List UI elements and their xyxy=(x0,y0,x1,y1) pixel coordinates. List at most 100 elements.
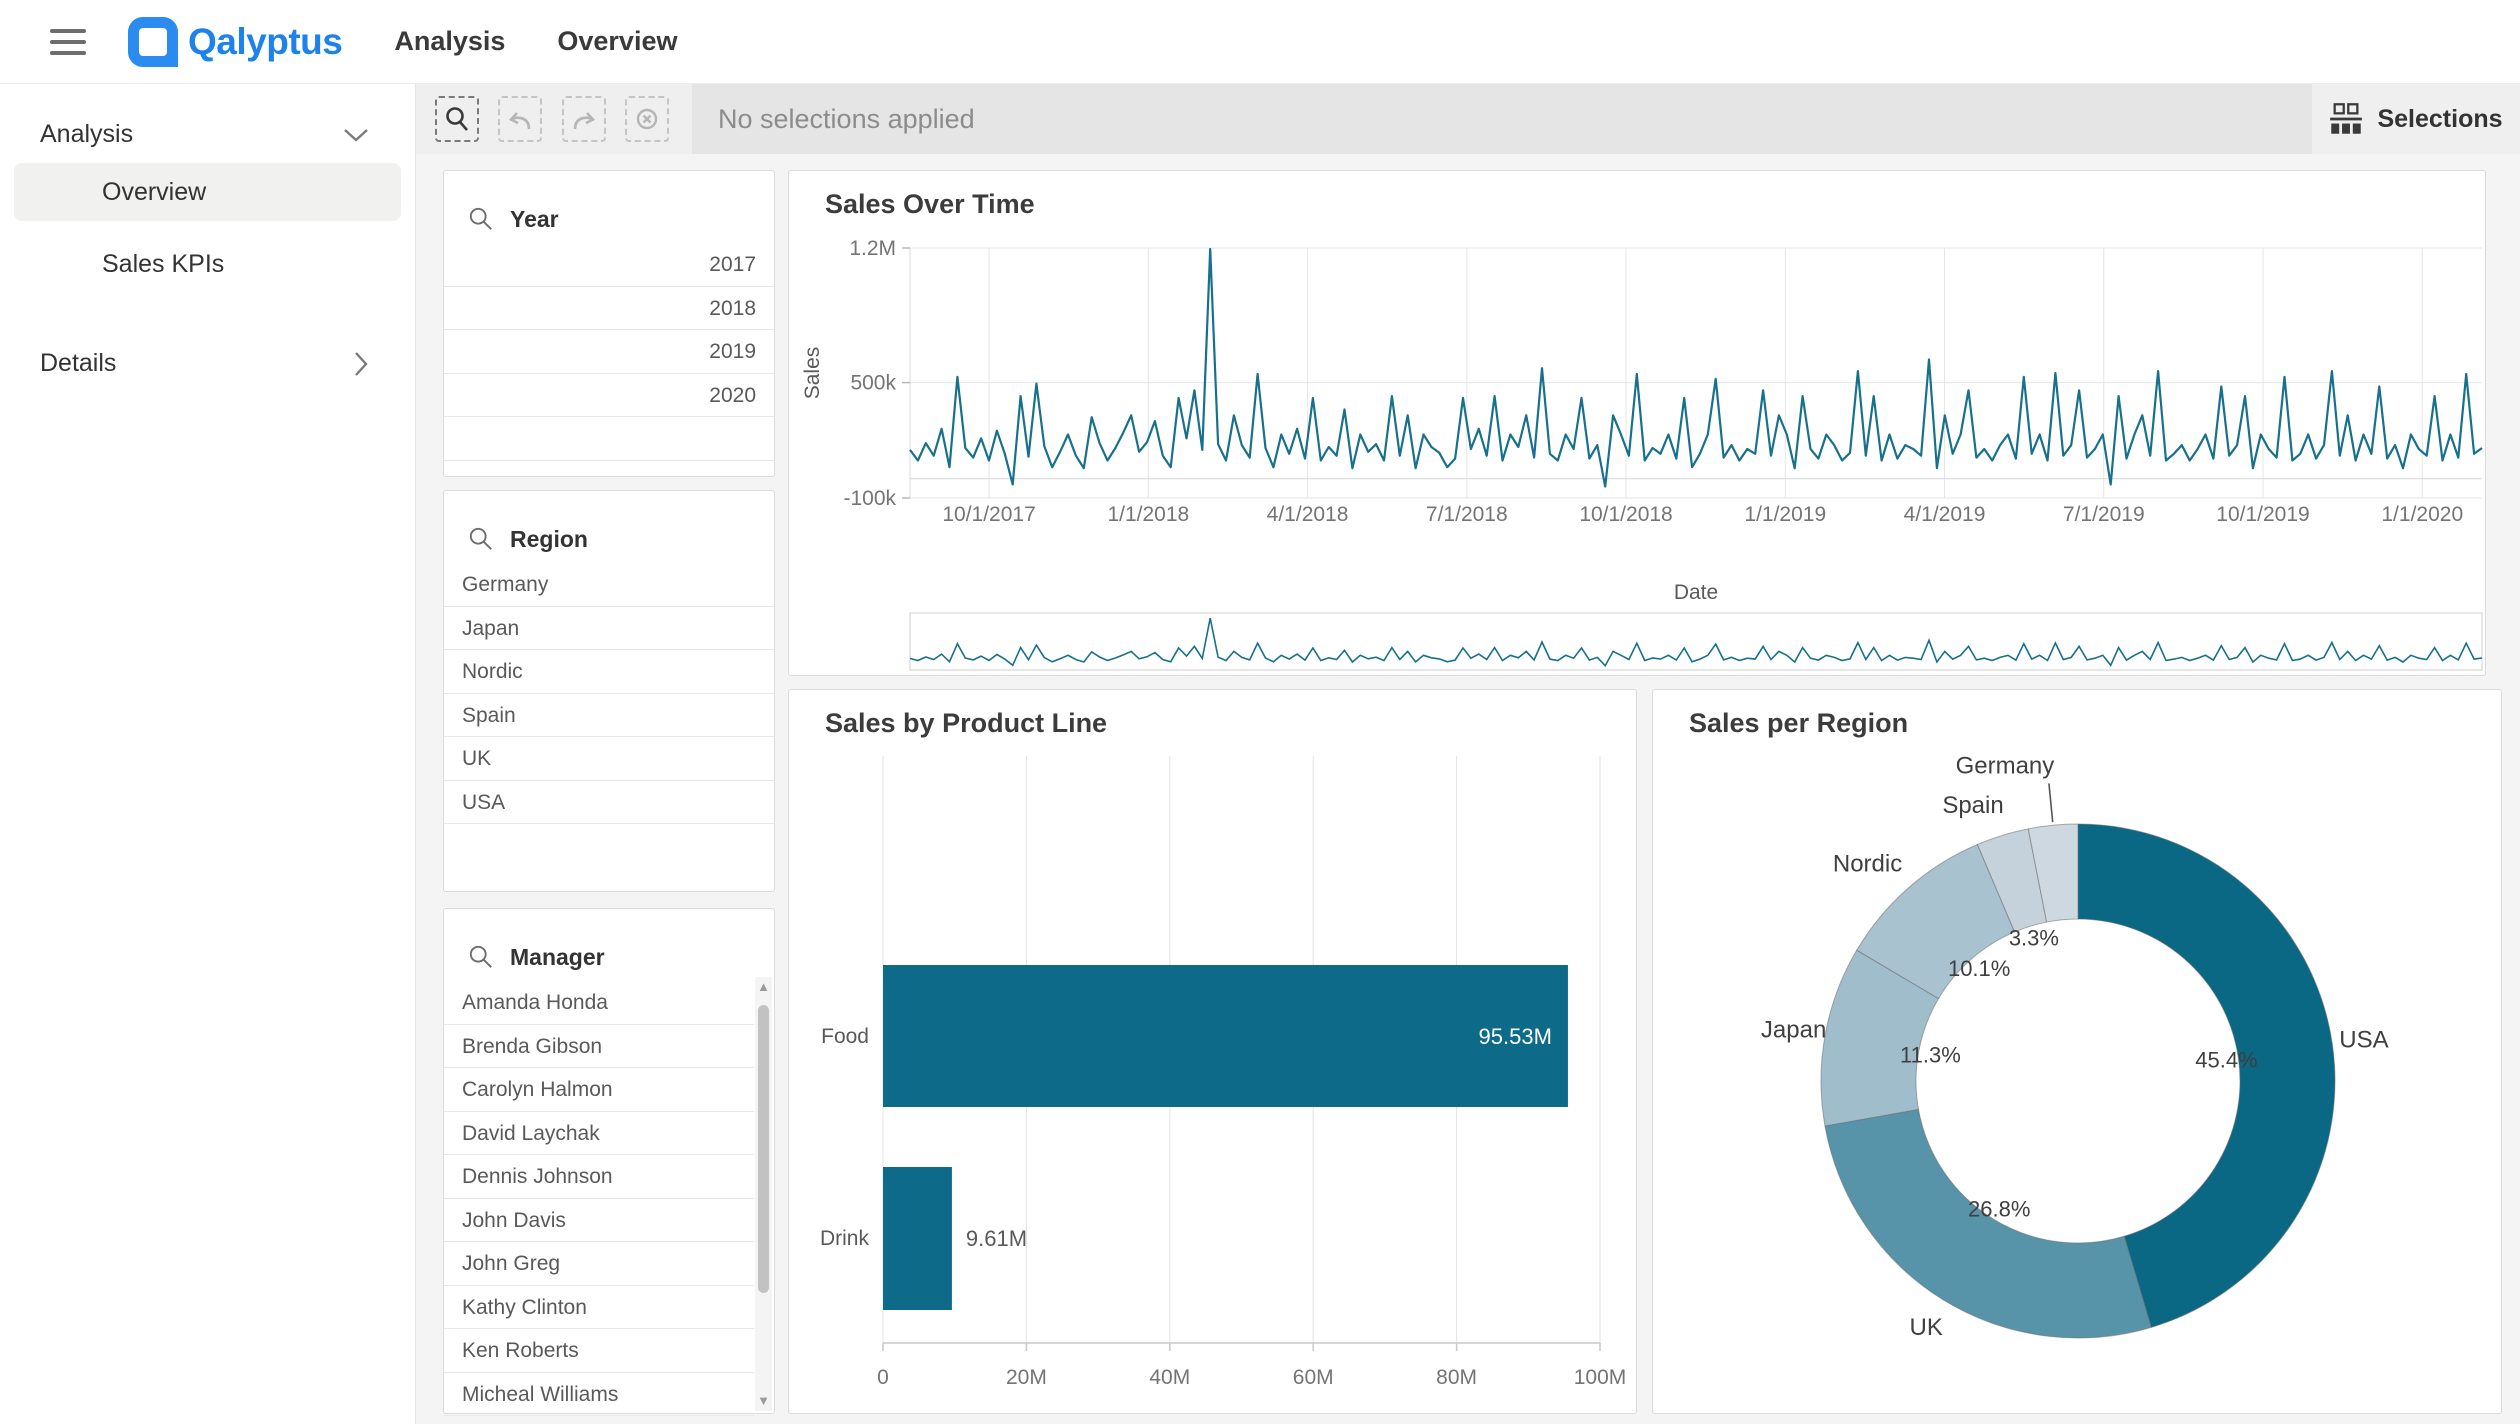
x-tick-label: 60M xyxy=(1293,1366,1334,1389)
x-tick-label: 4/1/2018 xyxy=(1267,503,1349,526)
line-chart-canvas[interactable]: 10/1/20171/1/20184/1/20187/1/201810/1/20… xyxy=(789,171,2487,677)
donut-pct-japan: 11.3% xyxy=(1900,1042,1961,1067)
step-back-button[interactable] xyxy=(498,96,542,142)
bar-category-label: Drink xyxy=(820,1227,870,1250)
scrollbar[interactable]: ▲▼ xyxy=(755,977,772,1411)
x-tick-label: 1/1/2020 xyxy=(2381,503,2463,526)
list-item[interactable]: Spain xyxy=(444,694,774,738)
sidebar-section-analysis[interactable]: Analysis xyxy=(40,120,369,149)
selections-status-bar: No selections applied xyxy=(692,84,2520,154)
x-tick-label: 10/1/2018 xyxy=(1579,503,1672,526)
donut-slice-uk[interactable] xyxy=(1825,1109,2151,1338)
empty-row xyxy=(444,417,774,461)
filter-list: GermanyJapanNordicSpainUKUSA xyxy=(444,563,774,824)
x-tick-label: 10/1/2019 xyxy=(2216,503,2309,526)
top-navbar: Qalyptus Analysis Overview xyxy=(0,0,2520,84)
scroll-up-arrow[interactable]: ▲ xyxy=(755,977,772,997)
filter-title: Manager xyxy=(510,944,605,971)
donut-label-germany: Germany xyxy=(1956,752,2055,779)
list-item[interactable]: Nordic xyxy=(444,650,774,694)
chart-sales-per-region[interactable]: Sales per Region USA45.4%UK26.8%Japan11.… xyxy=(1652,689,2502,1414)
nav-item-analysis[interactable]: Analysis xyxy=(394,26,505,57)
list-item[interactable]: Dennis Johnson xyxy=(444,1155,754,1199)
step-forward-button[interactable] xyxy=(562,96,606,142)
nav-item-overview[interactable]: Overview xyxy=(557,26,677,57)
sidebar-section-details[interactable]: Details xyxy=(40,349,369,378)
list-item[interactable]: David Laychak xyxy=(444,1112,754,1156)
chevron-right-icon xyxy=(353,351,369,377)
smart-search-button[interactable] xyxy=(435,96,479,142)
clear-circle-x-icon xyxy=(633,105,661,133)
x-tick-label: 1/1/2018 xyxy=(1107,503,1189,526)
navigator-box[interactable] xyxy=(910,613,2482,670)
selections-grid-icon xyxy=(2329,103,2363,135)
filter-title: Region xyxy=(510,526,588,553)
scrollbar-thumb[interactable] xyxy=(758,1005,769,1293)
sidebar: Analysis Overview Sales KPIs Details xyxy=(0,84,416,1424)
bar-food[interactable] xyxy=(883,965,1568,1107)
list-item[interactable]: Germany xyxy=(444,563,774,607)
selections-status-text: No selections applied xyxy=(718,104,975,135)
list-item[interactable]: UK xyxy=(444,737,774,781)
search-icon[interactable] xyxy=(468,526,494,552)
list-item[interactable]: 2018 xyxy=(444,287,774,331)
y-tick-label: -100k xyxy=(843,487,896,510)
x-tick-label: 80M xyxy=(1436,1366,1477,1389)
list-item[interactable]: Micheal Williams xyxy=(444,1373,754,1417)
selections-button-label: Selections xyxy=(2377,105,2502,134)
donut-label-nordic: Nordic xyxy=(1833,851,1902,878)
search-icon[interactable] xyxy=(468,944,494,970)
search-icon[interactable] xyxy=(468,206,494,232)
selections-toolbar: No selections applied Selections xyxy=(416,84,2520,154)
list-item[interactable]: 2020 xyxy=(444,374,774,418)
qalyptus-logo-icon xyxy=(128,17,178,67)
list-item[interactable]: Japan xyxy=(444,607,774,651)
bar-value-label: 95.53M xyxy=(1479,1024,1552,1049)
donut-chart-canvas[interactable]: USA 45.4% UK 26.8% Japan 11.3% Nordic 10.1% Spai… xyxy=(1653,690,2503,1415)
list-item[interactable]: John Greg xyxy=(444,1242,754,1286)
scroll-down-arrow[interactable]: ▼ xyxy=(755,1391,772,1411)
list-item[interactable]: USA xyxy=(444,781,774,825)
filter-list: 2017201820192020 xyxy=(444,243,774,461)
sidebar-item-overview[interactable]: Overview xyxy=(14,163,401,221)
y-tick-label: 1.2M xyxy=(849,237,896,260)
list-item[interactable]: 2017 xyxy=(444,243,774,287)
donut-pct-nordic: 10.1% xyxy=(1948,956,2010,981)
list-item[interactable]: John Davis xyxy=(444,1199,754,1243)
list-item[interactable]: Ken Roberts xyxy=(444,1329,754,1373)
list-item[interactable]: Amanda Honda xyxy=(444,981,754,1025)
list-item[interactable]: Brenda Gibson xyxy=(444,1025,754,1069)
donut-pct-spain: 3.3% xyxy=(2009,926,2059,951)
sidebar-section-label: Details xyxy=(40,349,116,378)
bar-chart-canvas[interactable]: 020M40M60M80M100MFood95.53MDrink9.61M xyxy=(789,690,1638,1415)
sales-line-series[interactable] xyxy=(910,249,2482,487)
list-item[interactable]: Kathy Clinton xyxy=(444,1286,754,1330)
donut-label-usa: USA xyxy=(2339,1026,2388,1053)
brand-logo[interactable]: Qalyptus xyxy=(128,17,342,67)
bar-drink[interactable] xyxy=(883,1167,952,1310)
filter-header: Region xyxy=(444,491,774,563)
gridline xyxy=(2049,783,2053,822)
donut-pct-usa: 45.4% xyxy=(2195,1047,2257,1072)
selections-button[interactable]: Selections xyxy=(2312,84,2520,154)
filter-header: Manager xyxy=(444,909,774,981)
filter-panel-region: Region GermanyJapanNordicSpainUKUSA xyxy=(443,490,775,892)
x-tick-label: 40M xyxy=(1149,1366,1190,1389)
donut-pct-uk: 26.8% xyxy=(1968,1197,2030,1222)
donut-label-uk: UK xyxy=(1910,1314,1943,1341)
x-tick-label: 7/1/2019 xyxy=(2063,503,2145,526)
x-tick-label: 0 xyxy=(877,1366,889,1389)
donut-label-spain: Spain xyxy=(1942,792,2003,819)
chart-sales-by-product-line[interactable]: Sales by Product Line 020M40M60M80M100MF… xyxy=(788,689,1637,1414)
filter-title: Year xyxy=(510,206,559,233)
filter-list: Amanda HondaBrenda GibsonCarolyn HalmonD… xyxy=(444,981,754,1416)
sidebar-item-sales-kpis[interactable]: Sales KPIs xyxy=(14,235,401,293)
redo-arrow-icon xyxy=(569,105,599,133)
list-item[interactable]: Carolyn Halmon xyxy=(444,1068,754,1112)
chart-sales-over-time[interactable]: Sales Over Time 10/1/20171/1/20184/1/201… xyxy=(788,170,2486,676)
list-item[interactable]: 2019 xyxy=(444,330,774,374)
hamburger-menu-icon[interactable] xyxy=(50,29,86,55)
clear-selections-button[interactable] xyxy=(625,96,669,142)
x-tick-label: 1/1/2019 xyxy=(1744,503,1826,526)
donut-label-japan: Japan xyxy=(1761,1017,1826,1044)
